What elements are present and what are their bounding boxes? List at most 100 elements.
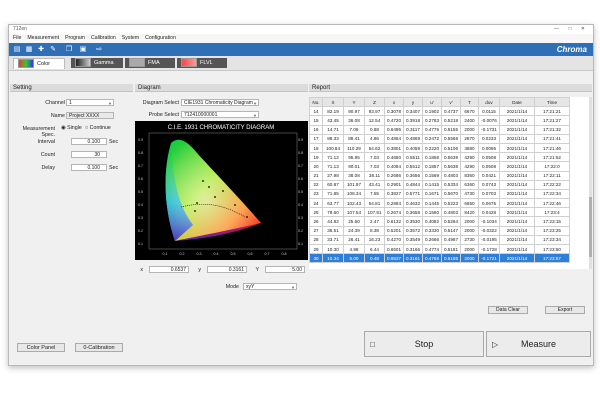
stop-label: Stop [414, 339, 434, 349]
spec-continue-radio[interactable]: ○ Continue [85, 125, 111, 131]
window-controls[interactable]: — □ ✕ [554, 25, 589, 34]
table-cell: 0.4864 [384, 133, 404, 144]
new-icon[interactable]: ▤ [13, 46, 21, 53]
table-cell: 17:21:21 [534, 106, 570, 117]
table-row[interactable]: 27 35.51 24.39 8.38 0.5201 0.3572 0.3330 0.5147… [309, 225, 570, 236]
menu-system[interactable]: System [122, 34, 139, 43]
table-row[interactable]: 16 14.71 7.06 0.88 0.6495 0.3117 0.4775 0.5155 2… [309, 124, 570, 135]
copy-icon[interactable]: ❐ [65, 46, 73, 53]
table-cell: 0.4803 [441, 170, 461, 181]
table-row[interactable]: 26 44.82 25.60 2.47 0.6132 0.3530 0.4082 0.5284… [309, 216, 570, 227]
measure-button[interactable]: ▷ Measure [486, 331, 591, 357]
svg-text:0.4: 0.4 [138, 203, 143, 207]
interval-input[interactable]: 0.100 [71, 138, 107, 145]
table-row[interactable]: 23 71.85 108.34 7.55 0.3827 0.5771 0.1671 0.567… [309, 188, 570, 200]
export-button[interactable]: Export [545, 306, 585, 314]
stop-button[interactable]: □ Stop [364, 331, 484, 357]
table-row[interactable]: 25 78.60 107.54 107.81 0.2674 0.3658 0.1560 0.4… [309, 207, 570, 218]
table-row[interactable]: 17 88.33 88.41 4.86 0.4864 0.4869 0.2472 0.5568… [309, 133, 570, 144]
table-cell: 17:22:0 [534, 161, 570, 172]
table-cell: 0.3330 [422, 225, 442, 236]
menu-measurement[interactable]: Measurement [27, 34, 59, 43]
table-cell: 4.98 [343, 243, 365, 255]
table-cell: 2021/1/14 [499, 207, 535, 218]
table-row[interactable]: 18 100.84 110.29 54.62 0.3801 0.4059 0.2220 0.5… [309, 142, 570, 154]
table-cell: 0.4844 [403, 179, 423, 190]
tab-color[interactable]: Color [13, 58, 65, 69]
report-scrollbar[interactable] [589, 97, 592, 269]
table-row[interactable]: 20 71.13 90.01 7.03 0.4084 0.5512 0.1857 0.5638… [309, 161, 570, 172]
Y-value-field[interactable]: 5.00 [265, 266, 305, 273]
color-panel-button[interactable]: Color Panel [17, 343, 65, 352]
pen-icon[interactable]: ✎ [49, 46, 57, 53]
menu-file[interactable]: File [13, 34, 21, 43]
tab-flvl[interactable]: FLVL [177, 58, 227, 68]
table-cell: 7.55 [364, 188, 385, 200]
data-clear-button[interactable]: Data Clear [488, 306, 528, 314]
table-cell: 108.34 [343, 188, 365, 200]
table-row[interactable]: 30 10.34 5.00 0.48 0.6537 0.3161 0.4768 0.5186 2… [309, 253, 570, 264]
table-row[interactable]: 29 10.30 4.98 6.44 0.6501 0.3166 0.4774 0.5181 2… [309, 243, 570, 255]
table-cell: 8420 [460, 207, 479, 218]
table-cell: 0.5670 [441, 188, 461, 200]
table-cell: -0.0076 [478, 115, 500, 126]
report-table-container[interactable]: No. X Y Z x y u' v' T duv Date Time 14 82… [309, 97, 589, 269]
spec-single-radio[interactable]: ◉ Single [61, 125, 82, 131]
table-cell: 7.06 [343, 124, 365, 135]
cie-diagram[interactable]: C.I.E. 1931 CHROMATICITY DIAGRAM 0.1 0.2… [135, 121, 308, 260]
table-row[interactable]: 22 60.87 101.97 43.41 0.2901 0.4844 0.1415 0.53… [309, 179, 570, 190]
table-row[interactable]: 24 63.77 102.43 54.81 0.2884 0.4632 0.1445 0.52… [309, 198, 570, 209]
channel-label: Channel [45, 100, 65, 106]
table-cell: 43.41 [364, 179, 385, 190]
mode-select[interactable]: xyY ▼ [243, 283, 297, 290]
crosshair-icon[interactable]: ✚ [37, 46, 45, 53]
table-row[interactable]: 21 27.98 38.08 38.11 0.2686 0.3656 0.1569 0.480… [309, 170, 570, 181]
menu-calibration[interactable]: Calibration [91, 34, 116, 43]
col-v: v' [441, 97, 461, 108]
report-table: No. X Y Z x y u' v' T duv Date Time 14 82… [309, 97, 570, 264]
probe-select[interactable]: 712410000001 ▼ [181, 111, 259, 118]
save-icon[interactable]: ▣ [79, 46, 87, 53]
delay-input[interactable]: 0.100 [71, 164, 107, 171]
tab-fma[interactable]: FMA [125, 58, 175, 68]
count-input[interactable]: 30 [71, 151, 107, 158]
table-cell: 30 [309, 253, 323, 264]
exit-icon[interactable]: ⇨ [95, 46, 103, 53]
table-cell: 2400 [460, 115, 479, 126]
table-cell: 16 [309, 124, 323, 135]
svg-text:0.9: 0.9 [138, 138, 143, 142]
table-cell: 2021/1/14 [499, 216, 535, 227]
table-cell: 10.34 [322, 253, 344, 264]
table-cell: 2000 [460, 124, 479, 135]
menu-configuration[interactable]: Configuration [145, 34, 176, 43]
table-cell: 0.0115 [478, 106, 500, 117]
tab-gamma[interactable]: Gamma [71, 58, 123, 68]
table-row[interactable]: 14 82.19 90.97 93.97 0.3078 0.3407 0.1902 0.473… [309, 106, 570, 117]
table-cell: 0.4869 [403, 133, 423, 144]
tab-gamma-label: Gamma [94, 60, 114, 66]
open-icon[interactable]: ▦ [25, 46, 33, 53]
table-cell: 17 [309, 133, 323, 144]
report-header-row: No. X Y Z x y u' v' T duv Date Time [309, 97, 570, 108]
scrollbar-thumb[interactable] [589, 197, 592, 257]
table-cell: 0.1415 [422, 179, 442, 190]
table-cell: 0.3656 [403, 170, 423, 181]
channel-select[interactable]: 1 ▼ [66, 99, 114, 106]
delay-label: Delay [41, 165, 55, 171]
table-cell: 0.2901 [384, 179, 404, 190]
table-row[interactable]: 28 33.71 26.41 16.23 0.4270 0.3549 0.2666 0.498… [309, 234, 570, 246]
name-field[interactable]: Project XXXX [66, 112, 114, 119]
table-cell: 0.0421 [478, 170, 500, 181]
table-row[interactable]: 19 71.12 95.95 7.03 0.4680 0.5511 0.1858 0.5639… [309, 152, 570, 163]
svg-text:0.8: 0.8 [282, 252, 287, 256]
y-value-field[interactable]: 0.3161 [207, 266, 247, 273]
zero-calibration-button[interactable]: 0-Calibration [75, 343, 123, 352]
diagram-select[interactable]: CIE1931 Chromaticity Diagram ▼ [181, 99, 259, 106]
x-value-field[interactable]: 0.6537 [149, 266, 189, 273]
table-cell: 2021/1/14 [499, 225, 535, 236]
chroma-logo: Chroma [556, 45, 587, 54]
table-cell: 15 [309, 115, 323, 126]
table-cell: 0.3166 [403, 243, 423, 255]
menu-program[interactable]: Program [65, 34, 85, 43]
table-row[interactable]: 15 43.45 36.08 12.54 0.4720 0.3918 0.2783 0.521… [309, 115, 570, 126]
